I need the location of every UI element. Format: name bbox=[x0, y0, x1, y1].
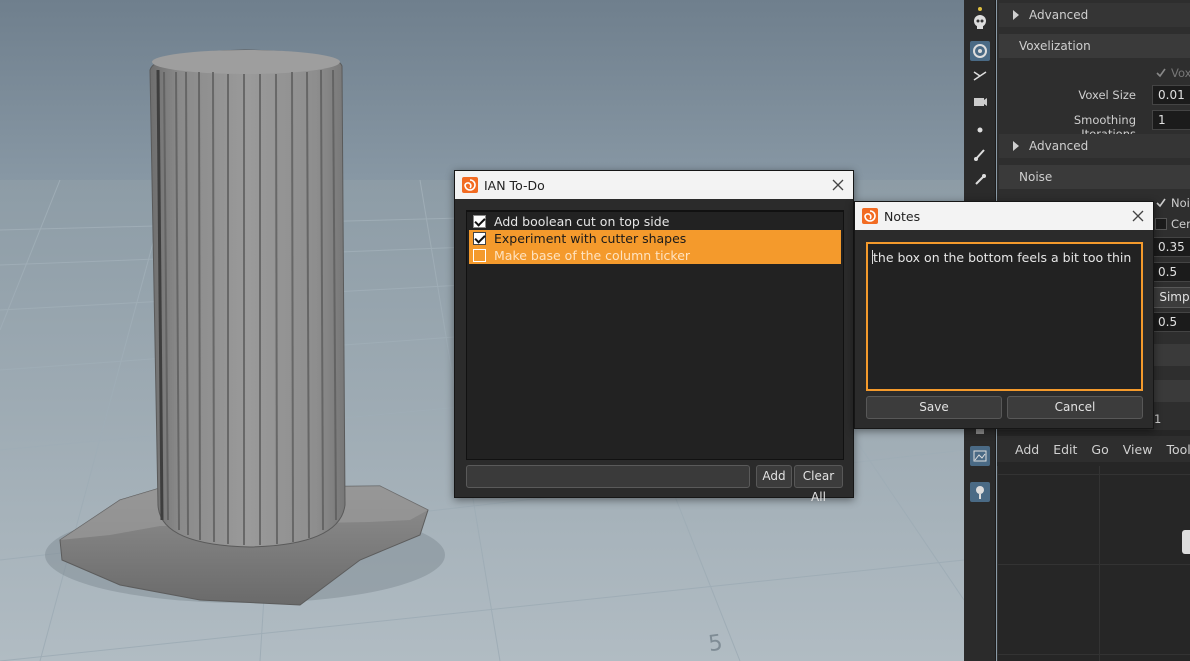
dot-tool-icon[interactable] bbox=[970, 120, 990, 140]
image-tool-icon[interactable] bbox=[970, 446, 990, 466]
todo-titlebar[interactable]: IAN To-Do bbox=[455, 171, 853, 199]
skull-tool-icon[interactable] bbox=[970, 12, 990, 32]
voxelization-label: Voxelization bbox=[1019, 39, 1091, 53]
todo-item[interactable]: Make base of the column ticker bbox=[469, 247, 841, 264]
voxelize-checkbox[interactable] bbox=[1155, 67, 1167, 79]
value-1-label: 1 bbox=[1154, 412, 1162, 426]
noise-amplitude-field[interactable]: 0.35 bbox=[1152, 237, 1190, 257]
notes-titlebar[interactable]: Notes bbox=[855, 202, 1153, 230]
noise-section[interactable]: Noise bbox=[999, 165, 1190, 189]
todo-item-label: Add boolean cut on top side bbox=[494, 214, 670, 229]
notes-title: Notes bbox=[884, 208, 921, 224]
expand-triangle-icon bbox=[1013, 141, 1019, 151]
todo-item-label: Make base of the column ticker bbox=[494, 248, 691, 263]
menu-edit[interactable]: Edit bbox=[1053, 442, 1077, 457]
todo-dialog: IAN To-Do Add boolean cut on top side Ex… bbox=[454, 170, 854, 504]
voxelization-section[interactable]: Voxelization bbox=[999, 34, 1190, 58]
expand-triangle-icon bbox=[1013, 10, 1019, 20]
noise-param-field-2[interactable]: 0.5 bbox=[1152, 312, 1190, 332]
pipette-tool-icon[interactable] bbox=[970, 170, 990, 190]
simplex-button[interactable]: Simp bbox=[1152, 287, 1190, 308]
close-icon[interactable] bbox=[1130, 208, 1146, 224]
todo-item[interactable]: Experiment with cutter shapes bbox=[469, 230, 841, 247]
todo-title: IAN To-Do bbox=[484, 177, 545, 193]
menu-go[interactable]: Go bbox=[1091, 442, 1108, 457]
new-task-input[interactable] bbox=[466, 465, 750, 488]
menu-tools[interactable]: Tools bbox=[1166, 442, 1190, 457]
voxel-size-label: Voxel Size bbox=[1078, 88, 1136, 102]
notes-textarea[interactable]: the box on the bottom feels a bit too th… bbox=[866, 242, 1143, 391]
voxel-size-field[interactable]: 0.01 bbox=[1152, 85, 1190, 105]
transform-tool-icon[interactable] bbox=[970, 66, 990, 86]
cancel-button[interactable]: Cancel bbox=[1007, 396, 1143, 419]
houdini-logo-icon bbox=[462, 177, 478, 193]
clear-all-button[interactable]: Clear All bbox=[794, 465, 843, 504]
center-label: Cen bbox=[1171, 217, 1190, 231]
advanced-folder-label: Advanced bbox=[1029, 139, 1089, 153]
noise-param-field[interactable]: 0.5 bbox=[1152, 262, 1190, 282]
todo-item-label: Experiment with cutter shapes bbox=[494, 231, 687, 246]
pin-tool-icon[interactable] bbox=[970, 482, 990, 502]
voxelize-label: Vox bbox=[1171, 66, 1190, 80]
todo-checkbox[interactable] bbox=[473, 249, 486, 262]
select-tool-icon[interactable] bbox=[970, 41, 990, 61]
menu-add[interactable]: Add bbox=[1015, 442, 1039, 457]
center-checkbox[interactable] bbox=[1155, 218, 1167, 230]
todo-item[interactable]: Add boolean cut on top side bbox=[469, 213, 841, 230]
advanced-folder-2[interactable]: Advanced bbox=[999, 134, 1190, 158]
smoothing-iterations-field[interactable]: 1 bbox=[1152, 110, 1190, 130]
add-button[interactable]: Add bbox=[756, 465, 792, 488]
advanced-folder-1[interactable]: Advanced bbox=[999, 3, 1190, 27]
todo-checkbox[interactable] bbox=[473, 215, 486, 228]
camera-tool-icon[interactable] bbox=[970, 91, 990, 111]
network-editor[interactable]: Add Edit Go View Tools bbox=[997, 430, 1190, 661]
todo-checkbox[interactable] bbox=[473, 232, 486, 245]
notes-text: the box on the bottom feels a bit too th… bbox=[873, 250, 1132, 265]
noise-checkbox[interactable] bbox=[1155, 197, 1167, 209]
network-grid[interactable] bbox=[997, 466, 1190, 661]
brush-tool-icon[interactable] bbox=[970, 145, 990, 165]
network-menubar: Add Edit Go View Tools bbox=[997, 436, 1190, 462]
save-button[interactable]: Save bbox=[866, 396, 1002, 419]
menu-view[interactable]: View bbox=[1123, 442, 1153, 457]
network-node[interactable] bbox=[1182, 530, 1190, 554]
houdini-logo-icon bbox=[862, 208, 878, 224]
todo-list[interactable]: Add boolean cut on top side Experiment w… bbox=[466, 210, 844, 460]
close-icon[interactable] bbox=[830, 177, 846, 193]
advanced-folder-label: Advanced bbox=[1029, 8, 1089, 22]
notes-dialog: Notes the box on the bottom feels a bit … bbox=[854, 201, 1154, 429]
noise-toggle-label: Nois bbox=[1171, 196, 1190, 210]
noise-label: Noise bbox=[1019, 170, 1053, 184]
